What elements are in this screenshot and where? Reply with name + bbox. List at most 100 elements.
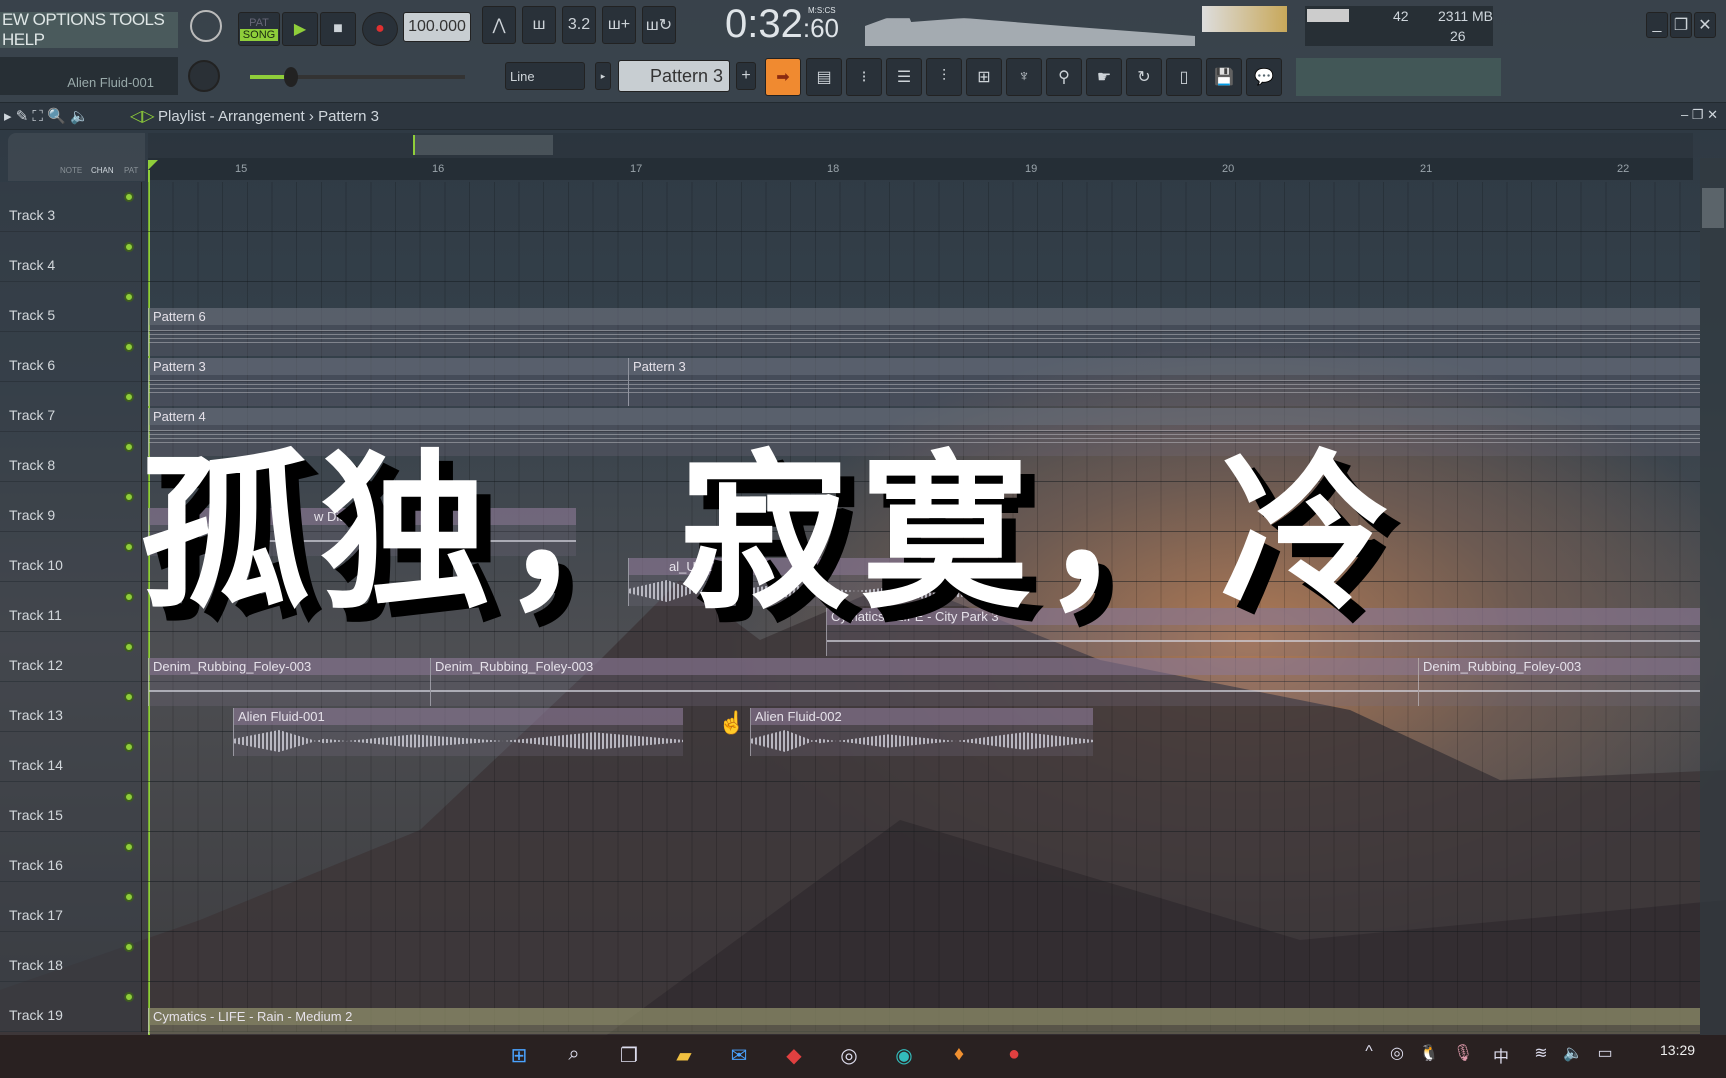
step-sequencer-icon[interactable]: ⁝ — [846, 58, 882, 96]
master-pitch-slider[interactable] — [250, 67, 465, 87]
track-enable-led[interactable] — [124, 392, 134, 402]
task-view-icon[interactable]: ❐ — [616, 1043, 642, 1069]
microphone-icon[interactable]: 🎙 — [1450, 1043, 1476, 1069]
track-enable-led[interactable] — [124, 442, 134, 452]
track-label[interactable]: Track 11 — [9, 607, 62, 623]
song-mode-toggle[interactable]: PAT SONG — [238, 12, 280, 46]
pattern-select[interactable]: Pattern 3 — [618, 60, 730, 92]
loop-record-icon[interactable]: ш↻ — [642, 6, 676, 44]
qq-tray-icon[interactable]: 🐧 — [1416, 1043, 1442, 1069]
minimize-button[interactable]: _ — [1646, 12, 1668, 38]
track-label[interactable]: Track 18 — [9, 957, 63, 973]
search-icon[interactable]: ⌕ — [561, 1043, 587, 1069]
metronome-icon[interactable]: ⋀ — [482, 6, 516, 44]
stop-button[interactable]: ■ — [320, 12, 356, 46]
save-icon[interactable]: 💾 — [1206, 58, 1242, 96]
browser-icon[interactable]: ⊞ — [966, 58, 1002, 96]
tempo-field[interactable]: 100.000 — [403, 12, 471, 42]
track-label[interactable]: Track 14 — [9, 757, 63, 773]
playlist-overview-scrollbar[interactable] — [148, 133, 1693, 158]
track-enable-led[interactable] — [124, 492, 134, 502]
record-button[interactable]: ● — [362, 12, 398, 46]
obs-icon[interactable]: ◎ — [836, 1043, 862, 1069]
undo-icon[interactable]: ↻ — [1126, 58, 1162, 96]
app-icon-2[interactable]: ● — [1001, 1043, 1027, 1069]
mail-icon[interactable]: ✉ — [726, 1043, 752, 1069]
restore-button[interactable]: ❐ — [1670, 12, 1692, 38]
pitch-knob[interactable] — [188, 60, 220, 92]
time-display[interactable]: 0:32:60 M:S:CS — [725, 2, 839, 47]
add-pattern-button[interactable]: + — [736, 62, 756, 90]
tool-icons[interactable]: ▸ ✎ ⛶ 🔍 🔈 — [4, 107, 89, 125]
touch-icon[interactable]: ☛ — [1086, 58, 1122, 96]
obs-tray-icon[interactable]: ◎ — [1384, 1043, 1410, 1069]
battery-icon[interactable]: ▭ — [1592, 1043, 1618, 1069]
windows-start-icon[interactable]: ⊞ — [506, 1043, 532, 1069]
channel-rack-icon[interactable]: ☰ — [886, 58, 922, 96]
pattern-clip[interactable]: Pattern 6 — [148, 308, 1700, 356]
audio-clip[interactable]: Denim_Rubbing_Foley-003 — [430, 658, 1418, 706]
track-enable-led[interactable] — [124, 692, 134, 702]
track-enable-led[interactable] — [124, 842, 134, 852]
audio-clip[interactable]: Denim_Rubbing_Foley-003 — [1418, 658, 1700, 706]
pattern-prev-button[interactable]: ▸ — [595, 62, 611, 90]
track-label[interactable]: Track 17 — [9, 907, 63, 923]
track-enable-led[interactable] — [124, 342, 134, 352]
audio-clip[interactable]: Cymatics - LIFE - Rain - Medium 2 — [148, 1008, 1700, 1034]
arrow-icon[interactable]: ➡ — [765, 58, 801, 96]
fl-studio-icon[interactable]: ♦ — [946, 1043, 972, 1069]
playlist-icon[interactable]: ▤ — [806, 58, 842, 96]
track-label[interactable]: Track 10 — [9, 557, 63, 573]
plugin-icon[interactable]: ♆ — [1006, 58, 1042, 96]
track-enable-led[interactable] — [124, 542, 134, 552]
track-enable-led[interactable] — [124, 992, 134, 1002]
tab-chan[interactable]: CHAN — [91, 166, 114, 175]
track-label[interactable]: Track 9 — [9, 507, 55, 523]
master-volume-knob[interactable] — [190, 10, 222, 42]
track-enable-led[interactable] — [124, 792, 134, 802]
track-enable-led[interactable] — [124, 242, 134, 252]
tray-expand-icon[interactable]: ^ — [1356, 1043, 1382, 1069]
track-enable-led[interactable] — [124, 192, 134, 202]
snap-select[interactable]: Line — [505, 62, 585, 90]
countdown-icon[interactable]: 3.2 — [562, 6, 596, 44]
app-icon[interactable]: ◆ — [781, 1043, 807, 1069]
track-enable-led[interactable] — [124, 742, 134, 752]
track-label[interactable]: Track 3 — [9, 207, 55, 223]
song-position-marker[interactable] — [148, 160, 158, 170]
track-label[interactable]: Track 5 — [9, 307, 55, 323]
audio-clip[interactable]: Alien Fluid-002 — [750, 708, 1093, 756]
track-label[interactable]: Track 16 — [9, 857, 63, 873]
track-enable-led[interactable] — [124, 292, 134, 302]
wait-input-icon[interactable]: ш — [522, 6, 556, 44]
track-label[interactable]: Track 19 — [9, 1007, 63, 1023]
timeline-ruler[interactable] — [148, 158, 1693, 180]
clock[interactable]: 13:29 — [1660, 1042, 1695, 1058]
wifi-icon[interactable]: ≋ — [1528, 1043, 1554, 1069]
scroll-thumb[interactable] — [1702, 188, 1724, 228]
track-label[interactable]: Track 6 — [9, 357, 55, 373]
track-enable-led[interactable] — [124, 892, 134, 902]
track-label[interactable]: Track 7 — [9, 407, 55, 423]
track-enable-led[interactable] — [124, 642, 134, 652]
new-file-icon[interactable]: ▯ — [1166, 58, 1202, 96]
mixer-icon[interactable]: ⫶ — [926, 58, 962, 96]
edge-icon[interactable]: ◉ — [891, 1043, 917, 1069]
track-label[interactable]: Track 4 — [9, 257, 55, 273]
track-label[interactable]: Track 13 — [9, 707, 63, 723]
playlist-window-controls[interactable]: ‒ ❐ ✕ — [1681, 107, 1718, 123]
tab-note[interactable]: NOTE — [60, 166, 82, 175]
track-enable-led[interactable] — [124, 592, 134, 602]
audio-clip[interactable]: Denim_Rubbing_Foley-003 — [148, 658, 430, 706]
play-button[interactable]: ▶ — [282, 12, 318, 46]
volume-icon[interactable]: 🔈 — [1560, 1043, 1586, 1069]
audio-clip[interactable]: Alien Fluid-001 — [233, 708, 683, 756]
file-explorer-icon[interactable]: ▰ — [671, 1043, 697, 1069]
tab-pat[interactable]: PAT — [124, 166, 138, 175]
slider-handle[interactable] — [284, 67, 298, 87]
track-label[interactable]: Track 8 — [9, 457, 55, 473]
step-edit-icon[interactable]: ш+ — [602, 6, 636, 44]
vertical-scrollbar[interactable] — [1700, 158, 1726, 1035]
track-label[interactable]: Track 15 — [9, 807, 63, 823]
main-menu[interactable]: EW OPTIONS TOOLS HELP — [0, 10, 178, 49]
